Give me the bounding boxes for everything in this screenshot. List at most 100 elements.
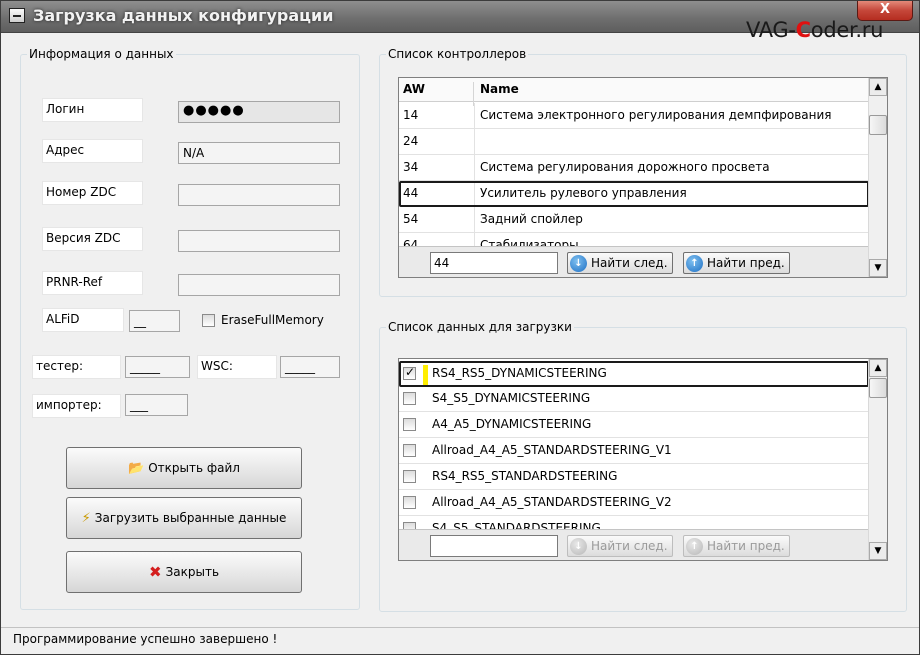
item-checkbox-checked[interactable]: ✓ xyxy=(403,365,416,380)
item-label: A4_A5_DYNAMICSTEERING xyxy=(432,417,592,431)
controllers-find-bar: 44 ↓ Найти след. ↑ Найти пред. xyxy=(399,246,869,277)
erase-full-memory-checkbox[interactable]: EraseFullMemory xyxy=(202,313,324,327)
watermark: VAG-Coder.ru xyxy=(746,18,884,42)
controller-aw: 44 xyxy=(403,186,419,200)
scroll-up-icon[interactable]: ▲ xyxy=(869,78,887,96)
list-item[interactable]: A4_A5_DYNAMICSTEERING xyxy=(399,412,869,438)
arrow-down-icon: ↓ xyxy=(570,254,587,272)
status-bar: Программирование успешно завершено ! xyxy=(1,627,919,654)
data-list[interactable]: ✓ RS4_RS5_DYNAMICSTEERING S4_S5_DYNAMICS… xyxy=(398,358,888,561)
controllers-find-prev-label: Найти пред. xyxy=(707,256,785,270)
item-label: Allroad_A4_A5_STANDARDSTEERING_V1 xyxy=(432,443,672,457)
controller-aw: 54 xyxy=(403,212,419,226)
login-field[interactable]: ●●●●● xyxy=(178,101,340,123)
scroll-thumb[interactable] xyxy=(869,115,887,135)
alfid-field[interactable]: __ xyxy=(129,310,180,332)
item-checkbox[interactable] xyxy=(403,496,416,509)
data-list-scrollbar[interactable]: ▲ ▼ xyxy=(868,359,887,560)
controllers-header: AW Name xyxy=(399,78,869,106)
list-item[interactable]: Allroad_A4_A5_STANDARDSTEERING_V2 xyxy=(399,490,869,516)
scroll-down-icon[interactable]: ▼ xyxy=(869,542,887,560)
wsc-label: WSC: xyxy=(197,355,277,379)
arrow-up-icon: ↑ xyxy=(686,254,703,272)
zdc-number-field[interactable] xyxy=(178,184,340,206)
data-list-group-title: Список данных для загрузки xyxy=(386,320,574,334)
item-label: Allroad_A4_A5_STANDARDSTEERING_V2 xyxy=(432,495,672,509)
controller-name: Система регулирования дорожного просвета xyxy=(480,160,770,174)
item-checkbox[interactable] xyxy=(403,470,416,483)
tester-label: тестер: xyxy=(32,355,121,379)
list-item[interactable]: S4_S5_DYNAMICSTEERING xyxy=(399,386,869,412)
scroll-up-icon[interactable]: ▲ xyxy=(869,359,887,377)
table-row[interactable]: 34 Система регулирования дорожного просв… xyxy=(399,155,869,181)
tester-field[interactable]: _____ xyxy=(125,356,190,378)
address-field[interactable]: N/A xyxy=(178,142,340,164)
controllers-list[interactable]: AW Name 14 Система электронного регулиро… xyxy=(398,77,888,278)
load-selected-label: Загрузить выбранные данные xyxy=(94,511,287,525)
system-menu-icon[interactable] xyxy=(9,8,25,23)
window-title: Загрузка данных конфигурации xyxy=(33,6,334,25)
importer-label: импортер: xyxy=(32,394,121,418)
open-file-label: Открыть файл xyxy=(148,461,240,475)
controller-name: Усилитель рулевого управления xyxy=(480,186,687,200)
data-find-prev-button[interactable]: ↑ Найти пред. xyxy=(683,535,790,557)
controllers-search-input[interactable]: 44 xyxy=(430,252,558,274)
controllers-group-title: Список контроллеров xyxy=(386,47,529,61)
erase-checkbox-box[interactable] xyxy=(202,313,215,327)
data-find-next-label: Найти след. xyxy=(591,539,668,553)
prnr-field[interactable] xyxy=(178,274,340,296)
scroll-thumb[interactable] xyxy=(869,378,887,398)
load-lightning-icon: ⚡ xyxy=(81,510,91,526)
arrow-down-icon: ↓ xyxy=(570,537,587,555)
erase-checkbox-label: EraseFullMemory xyxy=(221,313,324,327)
table-row[interactable]: 24 xyxy=(399,129,869,155)
item-checkbox[interactable] xyxy=(403,392,416,405)
importer-field[interactable]: ___ xyxy=(125,394,188,416)
controllers-find-next-label: Найти след. xyxy=(591,256,668,270)
login-label: Логин xyxy=(42,98,143,122)
close-dialog-button[interactable]: ✖ Закрыть xyxy=(66,551,302,593)
controller-aw: 34 xyxy=(403,160,419,174)
list-item[interactable]: RS4_RS5_STANDARDSTEERING xyxy=(399,464,869,490)
item-label: RS4_RS5_DYNAMICSTEERING xyxy=(432,366,607,380)
controllers-find-next-button[interactable]: ↓ Найти след. xyxy=(567,252,673,274)
column-header-name[interactable]: Name xyxy=(480,82,519,96)
arrow-up-icon: ↑ xyxy=(686,537,703,555)
table-row[interactable]: 54 Задний спойлер xyxy=(399,207,869,233)
zdc-version-label: Версия ZDC xyxy=(42,227,143,251)
zdc-version-field[interactable] xyxy=(178,230,340,252)
data-find-next-button[interactable]: ↓ Найти след. xyxy=(567,535,673,557)
selection-marker xyxy=(423,365,428,385)
item-label: S4_S5_DYNAMICSTEERING xyxy=(432,391,591,405)
data-find-prev-label: Найти пред. xyxy=(707,539,785,553)
data-search-input[interactable] xyxy=(430,535,558,557)
controller-aw: 24 xyxy=(403,134,419,148)
list-item-selected[interactable]: ✓ RS4_RS5_DYNAMICSTEERING xyxy=(399,361,869,387)
prnr-label: PRNR-Ref xyxy=(42,271,143,295)
controller-aw: 14 xyxy=(403,108,419,122)
item-checkbox[interactable] xyxy=(403,418,416,431)
controllers-scrollbar[interactable]: ▲ ▼ xyxy=(868,78,887,277)
status-message: Программирование успешно завершено ! xyxy=(13,632,278,646)
info-group-title: Информация о данных xyxy=(27,47,176,61)
config-load-window: Загрузка данных конфигурации X VAG-Coder… xyxy=(0,0,920,655)
close-dialog-label: Закрыть xyxy=(165,565,220,579)
close-x-icon: ✖ xyxy=(148,563,162,581)
controller-name: Задний спойлер xyxy=(480,212,583,226)
list-item[interactable]: Allroad_A4_A5_STANDARDSTEERING_V1 xyxy=(399,438,869,464)
controller-name: Система электронного регулирования демпф… xyxy=(480,108,832,122)
item-label: RS4_RS5_STANDARDSTEERING xyxy=(432,469,618,483)
alfid-label: ALFiD xyxy=(42,308,124,332)
data-find-bar: ↓ Найти след. ↑ Найти пред. xyxy=(399,529,869,560)
item-checkbox[interactable] xyxy=(403,444,416,457)
column-header-aw[interactable]: AW xyxy=(403,82,425,96)
wsc-field[interactable]: _____ xyxy=(280,356,340,378)
scroll-down-icon[interactable]: ▼ xyxy=(869,259,887,277)
folder-open-icon: 📂 xyxy=(128,460,145,476)
open-file-button[interactable]: 📂 Открыть файл xyxy=(66,447,302,489)
zdc-number-label: Номер ZDC xyxy=(42,181,143,205)
load-selected-data-button[interactable]: ⚡ Загрузить выбранные данные xyxy=(66,497,302,539)
controllers-find-prev-button[interactable]: ↑ Найти пред. xyxy=(683,252,790,274)
table-row[interactable]: 14 Система электронного регулирования де… xyxy=(399,103,869,129)
table-row-selected[interactable]: 44 Усилитель рулевого управления xyxy=(399,181,869,207)
